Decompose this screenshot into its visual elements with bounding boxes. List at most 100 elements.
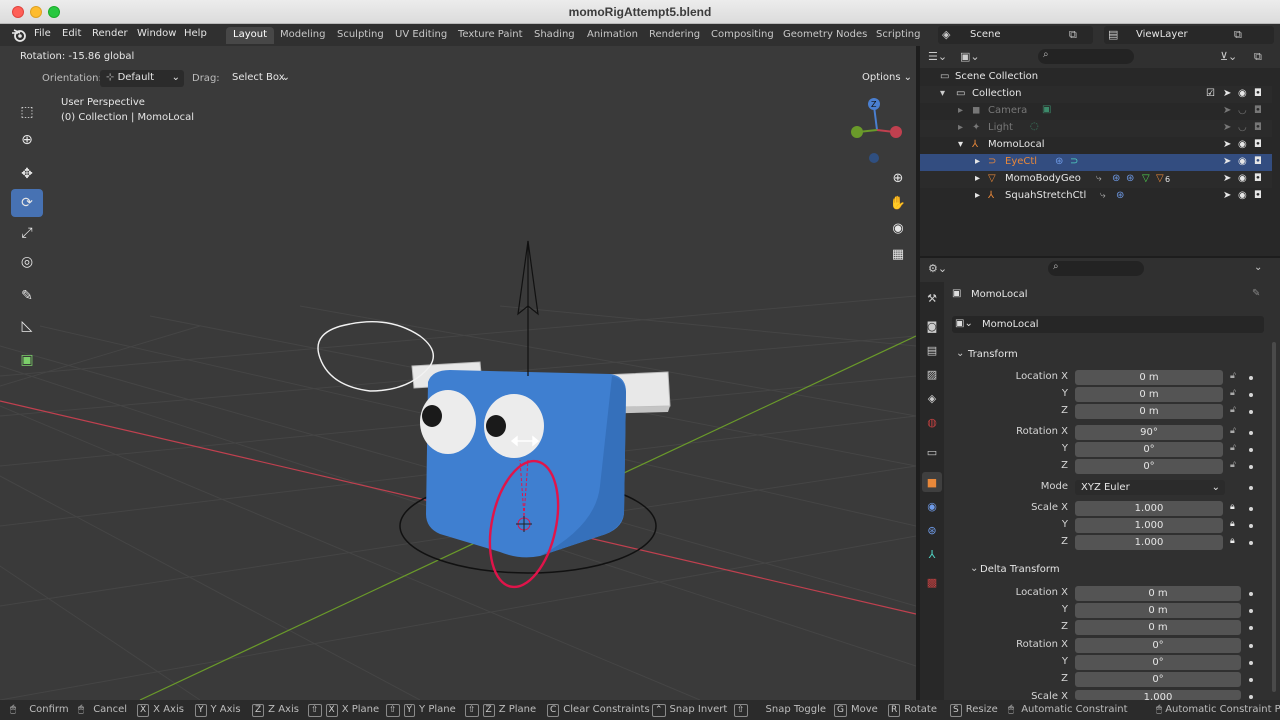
- expand-arrow-icon[interactable]: ▸: [975, 190, 980, 201]
- tab-sculpting[interactable]: Sculpting: [330, 27, 391, 44]
- render-camera-icon[interactable]: ◘: [1254, 122, 1262, 133]
- expand-arrow-icon[interactable]: ▸: [975, 173, 980, 184]
- view-layer-selector[interactable]: ▤ ViewLayer ⧉: [1104, 26, 1274, 44]
- object-name-field[interactable]: ▣⌄ MomoLocal: [952, 316, 1264, 333]
- eye-icon[interactable]: ◉: [1238, 139, 1247, 150]
- new-scene-icon[interactable]: ⧉: [1069, 28, 1077, 42]
- add-cube-tool[interactable]: ▣: [11, 346, 43, 374]
- render-camera-icon[interactable]: ◘: [1254, 105, 1262, 116]
- eye-closed-icon[interactable]: ◡: [1238, 105, 1247, 116]
- delta-rotation-z-field[interactable]: 0°: [1075, 672, 1241, 687]
- delta-location-x-field[interactable]: 0 m: [1075, 586, 1241, 601]
- expand-arrow-icon[interactable]: ▸: [958, 105, 963, 116]
- viewport-scene[interactable]: [0, 46, 916, 700]
- delta-location-y-field[interactable]: 0 m: [1075, 603, 1241, 618]
- new-view-layer-icon[interactable]: ⧉: [1234, 28, 1242, 42]
- tab-modeling[interactable]: Modeling: [273, 27, 333, 44]
- keyframe-dot[interactable]: [1249, 592, 1253, 596]
- keyframe-dot[interactable]: [1249, 465, 1253, 469]
- pin-icon[interactable]: ✎: [1252, 288, 1260, 299]
- delta-rotation-x-field[interactable]: 0°: [1075, 638, 1241, 653]
- select-toggle-icon[interactable]: ➤: [1223, 122, 1231, 133]
- outliner-row-body-geo[interactable]: ▸ ▽ MomoBodyGeo ⤷ ⊛ ⊛ ▽ ▽ 6 ➤ ◉ ◘: [920, 171, 1272, 188]
- navigation-gizmo[interactable]: Z: [844, 94, 908, 166]
- tab-tool[interactable]: ⚒: [922, 288, 942, 308]
- keyframe-dot[interactable]: [1249, 507, 1253, 511]
- scale-tool[interactable]: ⤢: [11, 219, 43, 247]
- tab-rendering[interactable]: Rendering: [642, 27, 707, 44]
- select-toggle-icon[interactable]: ➤: [1223, 173, 1231, 184]
- lock-scale-z-icon[interactable]: 🔒︎: [1230, 536, 1235, 546]
- outliner-row-camera[interactable]: ▸ ◼ Camera ▣ ➤ ◡ ◘: [920, 103, 1272, 120]
- delta-transform-panel-header[interactable]: ⌄ Delta Transform: [964, 560, 1264, 580]
- keyframe-dot[interactable]: [1249, 626, 1253, 630]
- delta-scale-x-field[interactable]: 1.000: [1075, 690, 1241, 700]
- keyframe-dot[interactable]: [1249, 661, 1253, 665]
- lock-scale-y-icon[interactable]: 🔒︎: [1230, 519, 1235, 529]
- scale-y-field[interactable]: 1.000: [1075, 518, 1223, 533]
- options-dropdown[interactable]: Options ⌄: [856, 70, 914, 87]
- lock-scale-x-icon[interactable]: 🔒︎: [1230, 502, 1235, 512]
- tab-world[interactable]: ◍: [922, 412, 942, 432]
- location-z-field[interactable]: 0 m: [1075, 404, 1223, 419]
- tab-constraints[interactable]: ⊛: [922, 520, 942, 540]
- blender-logo-icon[interactable]: [11, 28, 27, 42]
- editor-type-icon[interactable]: ☰⌄: [928, 50, 947, 63]
- keyframe-dot[interactable]: [1249, 644, 1253, 648]
- tab-shading[interactable]: Shading: [527, 27, 582, 44]
- tab-render[interactable]: ◙: [922, 316, 942, 336]
- display-mode-icon[interactable]: ▣⌄: [960, 50, 980, 63]
- checkbox-icon[interactable]: ☑: [1206, 88, 1215, 99]
- scale-z-field[interactable]: 1.000: [1075, 535, 1223, 550]
- eye-closed-icon[interactable]: ◡: [1238, 122, 1247, 133]
- tab-compositing[interactable]: Compositing: [704, 27, 781, 44]
- scene-selector[interactable]: ◈ Scene ⧉: [938, 26, 1093, 44]
- expand-arrow-icon[interactable]: ▸: [975, 156, 980, 167]
- menu-edit[interactable]: Edit: [62, 28, 81, 39]
- editor-type-icon[interactable]: ⚙⌄: [928, 262, 947, 275]
- expand-arrow-icon[interactable]: ▸: [958, 122, 963, 133]
- outliner-row-momolocal[interactable]: ▾ ⅄ MomoLocal ➤ ◉ ◘: [920, 137, 1272, 154]
- tab-uv-editing[interactable]: UV Editing: [388, 27, 454, 44]
- tab-scene[interactable]: ◈: [922, 388, 942, 408]
- keyframe-dot[interactable]: [1249, 678, 1253, 682]
- keyframe-dot[interactable]: [1249, 541, 1253, 545]
- keyframe-dot[interactable]: [1249, 486, 1253, 490]
- render-camera-icon[interactable]: ◘: [1254, 173, 1262, 184]
- menu-help[interactable]: Help: [184, 28, 207, 39]
- tab-texture[interactable]: ▩: [922, 572, 942, 592]
- transform-tool[interactable]: ◎: [11, 248, 43, 276]
- select-toggle-icon[interactable]: ➤: [1223, 88, 1231, 99]
- tab-texture-paint[interactable]: Texture Paint: [451, 27, 530, 44]
- keyframe-dot[interactable]: [1249, 376, 1253, 380]
- expand-arrow-icon[interactable]: ▾: [958, 139, 963, 150]
- rotate-tool[interactable]: ⟳: [11, 189, 43, 217]
- properties-search-input[interactable]: ⌕: [1048, 261, 1144, 276]
- tab-physics[interactable]: ◉: [922, 496, 942, 516]
- eye-icon[interactable]: ◉: [1238, 190, 1247, 201]
- lock-rotation-x-icon[interactable]: 🔓︎: [1230, 426, 1236, 436]
- keyframe-dot[interactable]: [1249, 393, 1253, 397]
- select-toggle-icon[interactable]: ➤: [1223, 190, 1231, 201]
- eye-icon[interactable]: ◉: [1238, 156, 1247, 167]
- keyframe-dot[interactable]: [1249, 524, 1253, 528]
- move-tool[interactable]: ✥: [11, 160, 43, 188]
- annotate-tool[interactable]: ✎: [11, 282, 43, 310]
- eye-icon[interactable]: ◉: [1238, 88, 1247, 99]
- tab-animation[interactable]: Animation: [580, 27, 645, 44]
- orientation-dropdown[interactable]: ⊹ Default ⌄: [100, 70, 184, 87]
- outliner-row-collection[interactable]: ▾ ▭ Collection ☑ ➤ ◉ ◘: [920, 86, 1272, 103]
- menu-file[interactable]: File: [34, 28, 51, 39]
- select-box-tool[interactable]: ⬚: [11, 98, 43, 126]
- rotation-y-field[interactable]: 0°: [1075, 442, 1223, 457]
- lock-rotation-z-icon[interactable]: 🔓︎: [1230, 460, 1236, 470]
- tab-view-layer[interactable]: ▨: [922, 364, 942, 384]
- measure-tool[interactable]: ◺: [11, 312, 43, 340]
- render-camera-icon[interactable]: ◘: [1254, 190, 1262, 201]
- keyframe-dot[interactable]: [1249, 609, 1253, 613]
- keyframe-dot[interactable]: [1249, 431, 1253, 435]
- zoom-view-button[interactable]: ⊕: [887, 167, 909, 189]
- eye-icon[interactable]: ◉: [1238, 173, 1247, 184]
- filter-icon[interactable]: ⊻⌄: [1220, 50, 1237, 63]
- tab-scripting[interactable]: Scripting: [869, 27, 927, 44]
